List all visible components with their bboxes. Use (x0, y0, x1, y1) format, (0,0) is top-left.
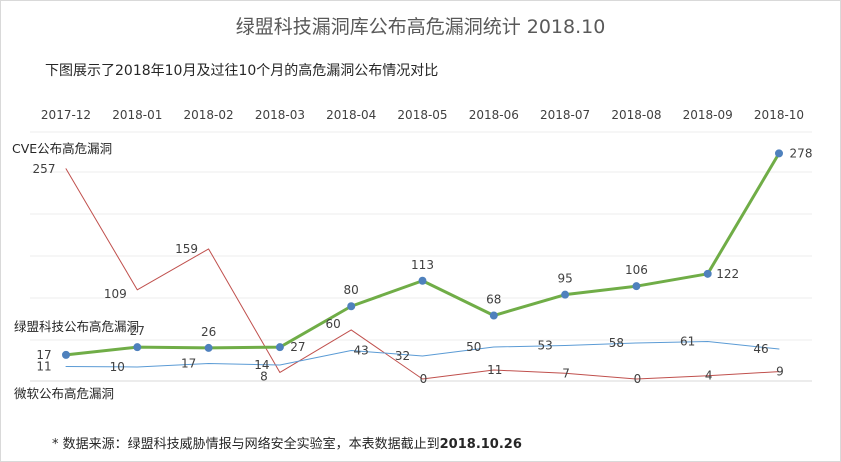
data-label: 68 (486, 293, 501, 307)
x-tick-label: 2018-05 (397, 108, 447, 122)
data-label: 122 (716, 267, 739, 281)
data-label: 113 (411, 258, 434, 272)
series-marker (561, 290, 570, 299)
x-tick-label: 2018-07 (540, 108, 590, 122)
data-label: 26 (201, 325, 216, 339)
data-label: 159 (175, 242, 198, 256)
series-marker (204, 343, 213, 352)
data-label: 60 (326, 317, 341, 331)
data-label: 58 (609, 336, 624, 350)
data-label: 278 (790, 146, 813, 160)
data-label: 257 (33, 162, 56, 176)
series-marker (632, 282, 641, 291)
data-label: 32 (395, 349, 410, 363)
x-tick-label: 2018-10 (754, 108, 804, 122)
data-label: 109 (104, 287, 127, 301)
data-label: 14 (254, 358, 269, 372)
data-label: 0 (420, 372, 428, 386)
series-marker (775, 149, 783, 158)
series-name-label: 微软公布高危漏洞 (14, 386, 114, 401)
series-marker (489, 311, 498, 320)
x-tick-label: 2018-03 (255, 108, 305, 122)
series-marker (133, 343, 142, 352)
data-label: 80 (344, 283, 359, 297)
series-marker (418, 276, 427, 285)
data-label: 50 (466, 340, 481, 354)
x-tick-label: 2018-02 (184, 108, 234, 122)
data-label: 106 (625, 263, 648, 277)
x-tick-label: 2018-04 (326, 108, 376, 122)
data-label: 95 (557, 272, 572, 286)
line-chart: 2017-12 2018-01 2018-02 2018-03 2018-04 2018-… (12, 108, 813, 401)
x-tick-label: 2018-08 (611, 108, 661, 122)
data-label: 0 (634, 372, 642, 386)
note-date: 2018.10.26 (439, 437, 522, 452)
data-label: 43 (354, 344, 369, 358)
x-tick-label: 2018-09 (683, 108, 733, 122)
data-label: 53 (537, 339, 552, 353)
x-tick-label: 2018-01 (112, 108, 162, 122)
series-line (64, 151, 781, 357)
series-marker (347, 302, 356, 311)
data-label: 17 (36, 348, 51, 362)
note-text: * 数据来源：绿盟科技威胁情报与网络安全实验室，本表数据截止到 (52, 437, 440, 452)
series-name-label: 绿盟科技公布高危漏洞 (14, 319, 139, 334)
data-label: 9 (776, 365, 784, 379)
x-tick-label: 2017-12 (41, 108, 91, 122)
data-label: 4 (705, 369, 713, 383)
data-label: 46 (753, 342, 768, 356)
series-marker (62, 350, 70, 359)
data-source-note: * 数据来源：绿盟科技威胁情报与网络安全实验室，本表数据截止到2018.10.2… (52, 433, 522, 452)
data-label: 10 (110, 360, 125, 374)
series-name-label: CVE公布高危漏洞 (12, 141, 112, 156)
data-label: 11 (487, 363, 502, 377)
series-line (65, 341, 780, 368)
data-label: 61 (680, 335, 695, 349)
data-label: 7 (562, 366, 570, 380)
series-marker (275, 343, 284, 352)
data-label: 27 (290, 340, 305, 354)
data-label: 17 (181, 357, 196, 371)
x-tick-label: 2018-06 (469, 108, 519, 122)
series-marker (703, 269, 712, 278)
